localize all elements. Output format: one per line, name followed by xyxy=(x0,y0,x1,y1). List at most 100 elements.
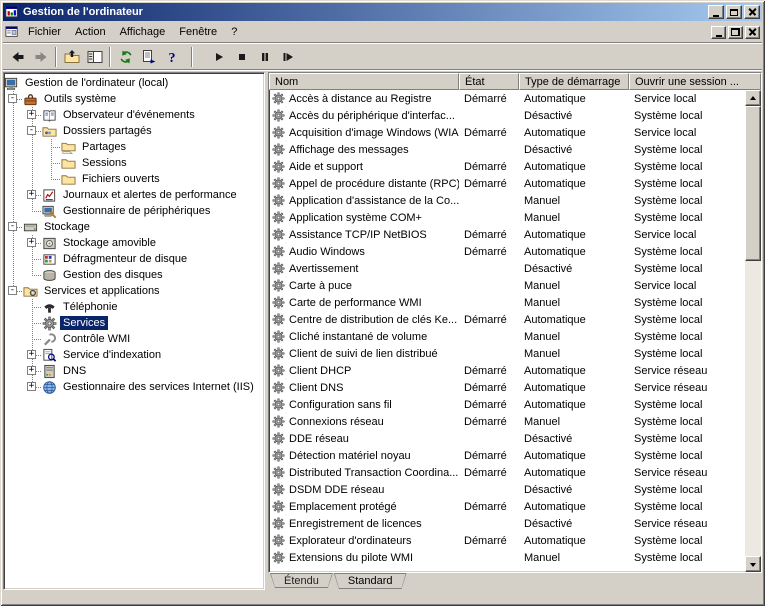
tree-item-label[interactable]: Fichiers ouverts xyxy=(79,172,163,186)
service-row[interactable]: Carte à puceManuelService local xyxy=(269,277,745,294)
tree-item-label[interactable]: Observateur d'événements xyxy=(60,108,198,122)
tree-item-label[interactable]: Services xyxy=(60,316,108,330)
minimize-button[interactable] xyxy=(708,5,724,19)
column-header-3[interactable]: Ouvrir une session ... xyxy=(629,73,761,90)
service-row[interactable]: Acquisition d'image Windows (WIA)Démarré… xyxy=(269,124,745,141)
tree-item-label[interactable]: Outils système xyxy=(41,92,119,106)
service-row[interactable]: Extensions du pilote WMIManuelSystème lo… xyxy=(269,549,745,566)
back-button[interactable] xyxy=(6,46,29,68)
up-one-level-button[interactable] xyxy=(60,46,83,68)
service-row[interactable]: Détection matériel noyauDémarréAutomatiq… xyxy=(269,447,745,464)
collapse-icon[interactable]: - xyxy=(27,126,36,135)
service-row[interactable]: Appel de procédure distante (RPC)Démarré… xyxy=(269,175,745,192)
tree-item-label[interactable]: Défragmenteur de disque xyxy=(60,252,190,266)
tree-item-label[interactable]: Gestionnaire des services Internet (IIS) xyxy=(60,380,257,394)
service-row[interactable]: Client de suivi de lien distribuéManuelS… xyxy=(269,345,745,362)
vertical-scrollbar[interactable] xyxy=(745,90,761,572)
tree-item[interactable]: Défragmenteur de disque xyxy=(4,251,264,267)
service-row[interactable]: Explorateur d'ordinateursDémarréAutomati… xyxy=(269,532,745,549)
tree-item[interactable]: Gestionnaire de périphériques xyxy=(4,203,264,219)
tree-item-label[interactable]: Gestion de l'ordinateur (local) xyxy=(22,76,171,90)
tree-item[interactable]: - Dossiers partagés xyxy=(4,123,264,139)
tree-item[interactable]: + Gestionnaire des services Internet (IIS… xyxy=(4,379,264,395)
stop-service-button[interactable] xyxy=(230,46,253,68)
service-row[interactable]: Client DNSDémarréAutomatiqueService rése… xyxy=(269,379,745,396)
column-header-1[interactable]: État xyxy=(459,73,519,90)
tree-item-label[interactable]: Service d'indexation xyxy=(60,348,164,362)
tree-item[interactable]: Fichiers ouverts xyxy=(4,171,264,187)
scroll-down-button[interactable] xyxy=(745,556,761,572)
service-row[interactable]: Accès du périphérique d'interfac...Désac… xyxy=(269,107,745,124)
service-row[interactable]: Client DHCPDémarréAutomatiqueService rés… xyxy=(269,362,745,379)
service-row[interactable]: Carte de performance WMIManuelSystème lo… xyxy=(269,294,745,311)
service-row[interactable]: DSDM DDE réseauDésactivéSystème local xyxy=(269,481,745,498)
tree-item[interactable]: + Stockage amovible xyxy=(4,235,264,251)
child-close-button[interactable] xyxy=(745,26,760,39)
tab-standard[interactable]: Standard xyxy=(334,573,407,589)
child-restore-button[interactable] xyxy=(728,26,743,39)
service-row[interactable]: Application d'assistance de la Co...Manu… xyxy=(269,192,745,209)
tree-item[interactable]: Sessions xyxy=(4,155,264,171)
help-button[interactable]: ? xyxy=(160,46,183,68)
tree-item-label[interactable]: Sessions xyxy=(79,156,130,170)
menu-item-3[interactable]: Fenêtre xyxy=(172,23,224,41)
pause-service-button[interactable] xyxy=(253,46,276,68)
tree-item[interactable]: +DNS xyxy=(4,363,264,379)
column-header-0[interactable]: Nom xyxy=(269,73,459,90)
tree-item-label[interactable]: Contrôle WMI xyxy=(60,332,133,346)
tree-item[interactable]: Téléphonie xyxy=(4,299,264,315)
service-row[interactable]: Cliché instantané de volumeManuelSystème… xyxy=(269,328,745,345)
refresh-button[interactable] xyxy=(114,46,137,68)
expand-icon[interactable]: + xyxy=(27,110,36,119)
service-row[interactable]: Distributed Transaction Coordina...Démar… xyxy=(269,464,745,481)
menu-item-2[interactable]: Affichage xyxy=(113,23,173,41)
tree-item-label[interactable]: DNS xyxy=(60,364,89,378)
service-row[interactable]: Enregistrement de licencesDésactivéServi… xyxy=(269,515,745,532)
tree-item[interactable]: Contrôle WMI xyxy=(4,331,264,347)
scrollbar-track[interactable] xyxy=(745,106,761,556)
menu-item-0[interactable]: Fichier xyxy=(21,23,68,41)
column-header-2[interactable]: Type de démarrage xyxy=(519,73,629,90)
tree-item-label[interactable]: Partages xyxy=(79,140,129,154)
service-row[interactable]: Connexions réseauDémarréManuelSystème lo… xyxy=(269,413,745,430)
maximize-button[interactable] xyxy=(726,5,742,19)
child-minimize-button[interactable] xyxy=(711,26,726,39)
service-row[interactable]: Emplacement protégéDémarréAutomatiqueSys… xyxy=(269,498,745,515)
menu-item-1[interactable]: Action xyxy=(68,23,113,41)
title-bar[interactable]: Gestion de l'ordinateur xyxy=(3,3,762,21)
restart-service-button[interactable] xyxy=(276,46,299,68)
scroll-up-button[interactable] xyxy=(745,90,761,106)
collapse-icon[interactable]: - xyxy=(8,94,17,103)
tree-item-label[interactable]: Stockage amovible xyxy=(60,236,159,250)
service-row[interactable]: Accès à distance au RegistreDémarréAutom… xyxy=(269,90,745,107)
close-button[interactable] xyxy=(744,5,760,19)
menu-item-4[interactable]: ? xyxy=(224,23,244,41)
scrollbar-thumb[interactable] xyxy=(745,106,761,261)
service-row[interactable]: Aide et supportDémarréAutomatiqueSystème… xyxy=(269,158,745,175)
service-row[interactable]: DDE réseauDésactivéSystème local xyxy=(269,430,745,447)
service-row[interactable]: Application système COM+ManuelSystème lo… xyxy=(269,209,745,226)
expand-icon[interactable]: + xyxy=(27,190,36,199)
tree-item[interactable]: Gestion des disques xyxy=(4,267,264,283)
tree-item[interactable]: -Stockage xyxy=(4,219,264,235)
expand-icon[interactable]: + xyxy=(27,238,36,247)
collapse-icon[interactable]: - xyxy=(8,222,17,231)
service-row[interactable]: Configuration sans filDémarréAutomatique… xyxy=(269,396,745,413)
collapse-icon[interactable]: - xyxy=(8,286,17,295)
tree-item-label[interactable]: Dossiers partagés xyxy=(60,124,155,138)
tree-item[interactable]: +Service d'indexation xyxy=(4,347,264,363)
service-row[interactable]: Assistance TCP/IP NetBIOSDémarréAutomati… xyxy=(269,226,745,243)
start-service-button[interactable] xyxy=(207,46,230,68)
tree-item[interactable]: + Observateur d'événements xyxy=(4,107,264,123)
tab--tendu[interactable]: Étendu xyxy=(270,573,333,588)
tree-item[interactable]: Partages xyxy=(4,139,264,155)
service-row[interactable]: Affichage des messagesDésactivéSystème l… xyxy=(269,141,745,158)
show-hide-console-tree-button[interactable] xyxy=(83,46,106,68)
tree-item[interactable]: Services xyxy=(4,315,264,331)
tree-item-label[interactable]: Téléphonie xyxy=(60,300,120,314)
tree-item[interactable]: -Services et applications xyxy=(4,283,264,299)
tree-item-label[interactable]: Journaux et alertes de performance xyxy=(60,188,240,202)
service-row[interactable]: Centre de distribution de clés Ke...Déma… xyxy=(269,311,745,328)
tree-item[interactable]: + Journaux et alertes de performance xyxy=(4,187,264,203)
expand-icon[interactable]: + xyxy=(27,382,36,391)
